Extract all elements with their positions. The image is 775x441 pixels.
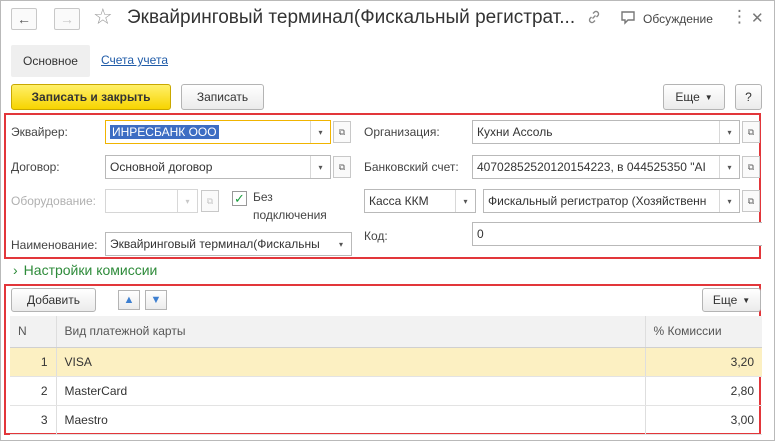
page-title: Эквайринговый терминал(Фискальный регист… <box>127 7 576 28</box>
add-row-button[interactable]: Добавить <box>11 288 96 312</box>
arrow-up-icon: ▲ <box>123 294 135 306</box>
card-type-cell[interactable]: Maestro <box>55 405 645 435</box>
bank-account-value: 40702852520120154223, в 044525350 "АІ <box>477 160 706 174</box>
no-connection-label-line1: Без <box>253 190 273 204</box>
commission-cell[interactable]: 2,80 <box>644 376 762 406</box>
commission-cell[interactable]: 3,20 <box>644 347 762 377</box>
card-type-cell[interactable]: VISA <box>55 347 645 377</box>
card-type-cell[interactable]: MasterCard <box>55 376 645 406</box>
back-button[interactable]: ← <box>11 8 37 30</box>
dropdown-icon[interactable]: ▾ <box>310 156 330 178</box>
column-header-n[interactable]: N <box>10 316 56 348</box>
no-connection-checkbox[interactable]: ✓ <box>232 191 247 206</box>
dropdown-icon[interactable]: ▾ <box>719 121 739 143</box>
open-icon[interactable]: ⧉ <box>742 156 760 178</box>
open-icon[interactable]: ⧉ <box>333 121 351 143</box>
favorite-star-icon[interactable]: ☆ <box>93 6 113 28</box>
name-field[interactable]: Эквайринговый терминал(Фискальны ▾ <box>105 232 352 256</box>
open-icon[interactable]: ⧉ <box>742 121 760 143</box>
chevron-down-icon: ▼ <box>742 295 751 305</box>
dropdown-icon[interactable]: ▾ <box>455 190 475 212</box>
acquirer-value: ИНРЕСБАНК ООО <box>110 125 219 139</box>
table-more-label: Еще <box>712 293 738 307</box>
open-icon[interactable]: ⧉ <box>742 190 760 212</box>
table-row[interactable]: 3 Maestro 3,00 <box>10 405 762 435</box>
move-up-button[interactable]: ▲ <box>118 290 140 310</box>
table-header-row: N Вид платежной карты % Комиссии <box>10 316 762 348</box>
name-label: Наименование: <box>11 238 98 252</box>
bank-account-label: Банковский счет: <box>364 160 459 174</box>
contract-value: Основной договор <box>110 160 213 174</box>
acquirer-field[interactable]: ИНРЕСБАНК ООО ▾ <box>105 120 331 144</box>
row-number: 1 <box>10 347 56 377</box>
link-icon[interactable] <box>586 9 602 29</box>
dropdown-icon[interactable]: ▾ <box>719 190 739 212</box>
forward-button[interactable]: → <box>54 8 80 30</box>
organization-value: Кухни Ассоль <box>477 125 553 139</box>
commission-section-header[interactable]: › Настройки комиссии <box>13 262 157 278</box>
cash-type-value: Касса ККМ <box>369 194 429 208</box>
chevron-down-icon: ▼ <box>704 92 713 102</box>
code-label: Код: <box>364 229 388 243</box>
acquirer-label: Эквайрер: <box>11 125 68 139</box>
equipment-label: Оборудование: <box>11 194 96 208</box>
save-button[interactable]: Записать <box>181 84 264 110</box>
column-header-card[interactable]: Вид платежной карты <box>55 316 645 348</box>
equipment-field[interactable]: ▾ <box>105 189 198 213</box>
code-value: 0 <box>477 227 484 241</box>
dropdown-icon[interactable]: ▾ <box>177 190 197 212</box>
save-and-close-button[interactable]: Записать и закрыть <box>11 84 171 110</box>
more-label: Еще <box>675 90 700 104</box>
commission-cell[interactable]: 3,00 <box>644 405 762 435</box>
more-vertical-icon[interactable]: ⋮ <box>731 7 748 27</box>
table-row[interactable]: 2 MasterCard 2,80 <box>10 376 762 406</box>
tab-accounts[interactable]: Счета учета <box>101 53 168 67</box>
chevron-right-icon: › <box>13 262 18 278</box>
discussion-icon[interactable] <box>620 10 636 29</box>
dropdown-icon[interactable]: ▾ <box>310 121 330 143</box>
cash-register-field[interactable]: Фискальный регистратор (Хозяйственн ▾ <box>483 189 740 213</box>
organization-label: Организация: <box>364 125 440 139</box>
table-more-button[interactable]: Еще ▼ <box>702 288 761 312</box>
arrow-right-icon: → <box>60 11 74 27</box>
bank-account-field[interactable]: 40702852520120154223, в 044525350 "АІ ▾ <box>472 155 740 179</box>
cash-register-value: Фискальный регистратор (Хозяйственн <box>488 194 707 208</box>
table-row[interactable]: 1 VISA 3,20 <box>10 347 762 377</box>
more-button[interactable]: Еще ▼ <box>663 84 725 110</box>
move-down-button[interactable]: ▼ <box>145 290 167 310</box>
tab-main[interactable]: Основное <box>11 45 90 77</box>
commission-section-title: Настройки комиссии <box>23 262 158 278</box>
arrow-down-icon: ▼ <box>150 294 162 306</box>
row-number: 3 <box>10 405 56 435</box>
name-value: Эквайринговый терминал(Фискальны <box>110 237 320 251</box>
help-button[interactable]: ? <box>735 84 762 110</box>
dropdown-icon[interactable]: ▾ <box>719 156 739 178</box>
organization-field[interactable]: Кухни Ассоль ▾ <box>472 120 740 144</box>
discussion-link[interactable]: Обсуждение <box>643 12 713 26</box>
contract-field[interactable]: Основной договор ▾ <box>105 155 331 179</box>
arrow-left-icon: ← <box>17 11 31 27</box>
dropdown-icon[interactable]: ▾ <box>331 233 351 255</box>
open-icon[interactable]: ⧉ <box>201 190 219 212</box>
commission-table: N Вид платежной карты % Комиссии 1 VISA … <box>10 316 762 435</box>
column-header-commission[interactable]: % Комиссии <box>644 316 762 348</box>
contract-label: Договор: <box>11 160 60 174</box>
row-number: 2 <box>10 376 56 406</box>
cash-type-field[interactable]: Касса ККМ ▾ <box>364 189 476 213</box>
open-icon[interactable]: ⧉ <box>333 156 351 178</box>
no-connection-label-line2: подключения <box>253 208 327 222</box>
code-field[interactable]: 0 <box>472 222 762 246</box>
close-icon[interactable]: ✕ <box>751 9 764 27</box>
